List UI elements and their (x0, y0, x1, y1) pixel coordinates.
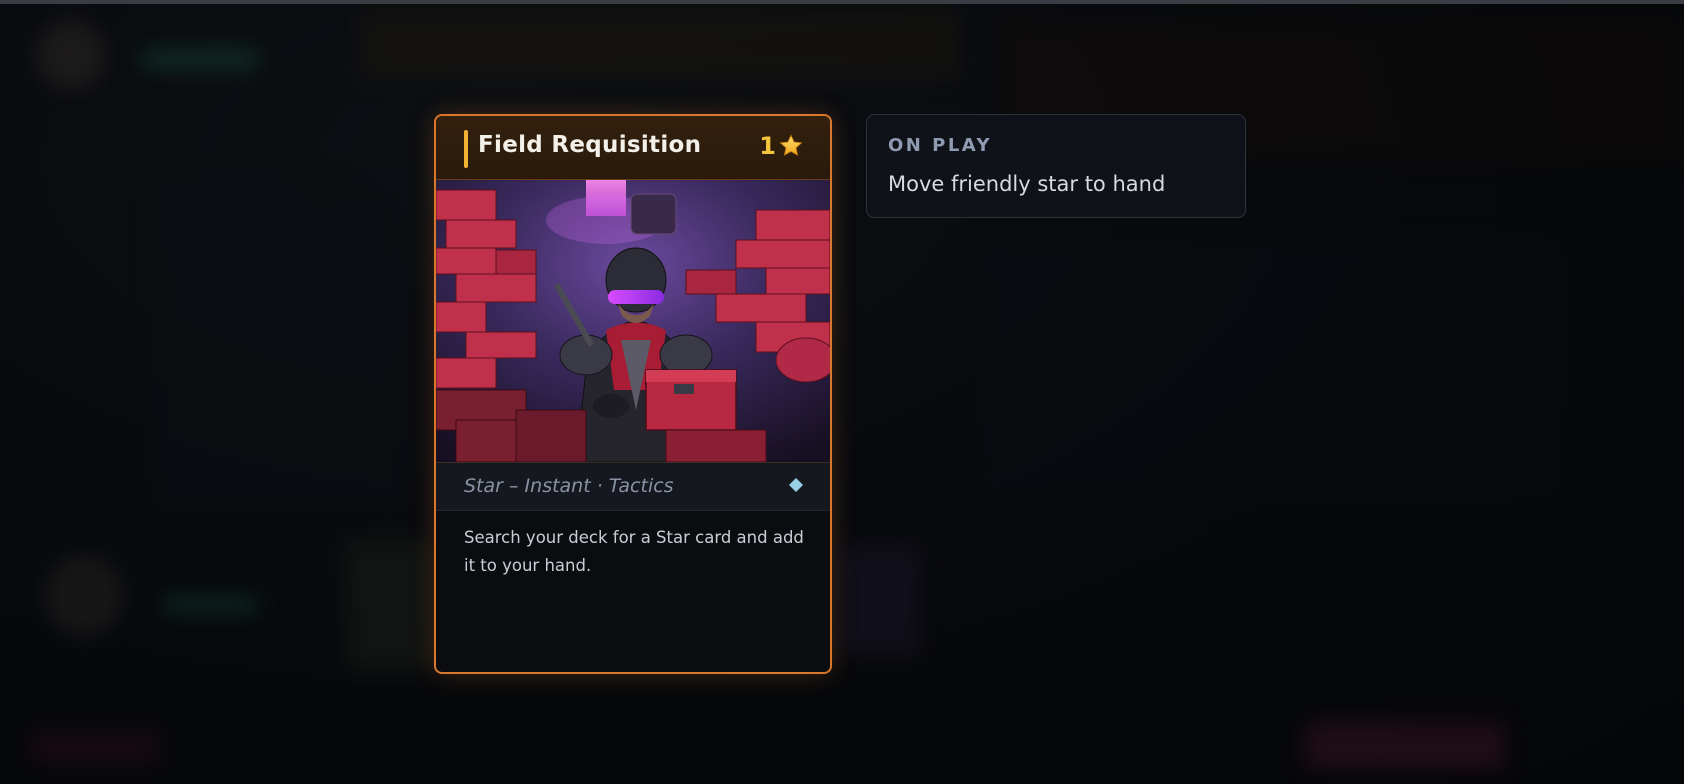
modal-overlay[interactable] (0, 0, 1684, 784)
game-screen: Field Requisition 1 Star – Instant · Tac… (0, 0, 1684, 784)
star-icon (778, 133, 804, 159)
card-detail: Field Requisition 1 Star – Instant · Tac… (434, 114, 832, 674)
card-header: Field Requisition 1 (436, 116, 830, 180)
title-accent-bar (464, 130, 468, 168)
card-rules-text: Search your deck for a Star card and add… (464, 528, 804, 575)
card-cost: 1 (759, 132, 804, 160)
effect-panel: ON PLAY Move friendly star to hand (866, 114, 1246, 218)
effect-description: Move friendly star to hand (888, 172, 1166, 196)
top-progress-bar (0, 0, 1684, 4)
effect-heading: ON PLAY (888, 135, 993, 156)
diamond-icon (788, 477, 804, 497)
card-type-line: Star – Instant · Tactics (464, 475, 674, 497)
card-type-row: Star – Instant · Tactics (436, 463, 830, 511)
card-art (436, 180, 830, 463)
cost-value: 1 (759, 132, 776, 160)
card-title: Field Requisition (478, 132, 702, 158)
